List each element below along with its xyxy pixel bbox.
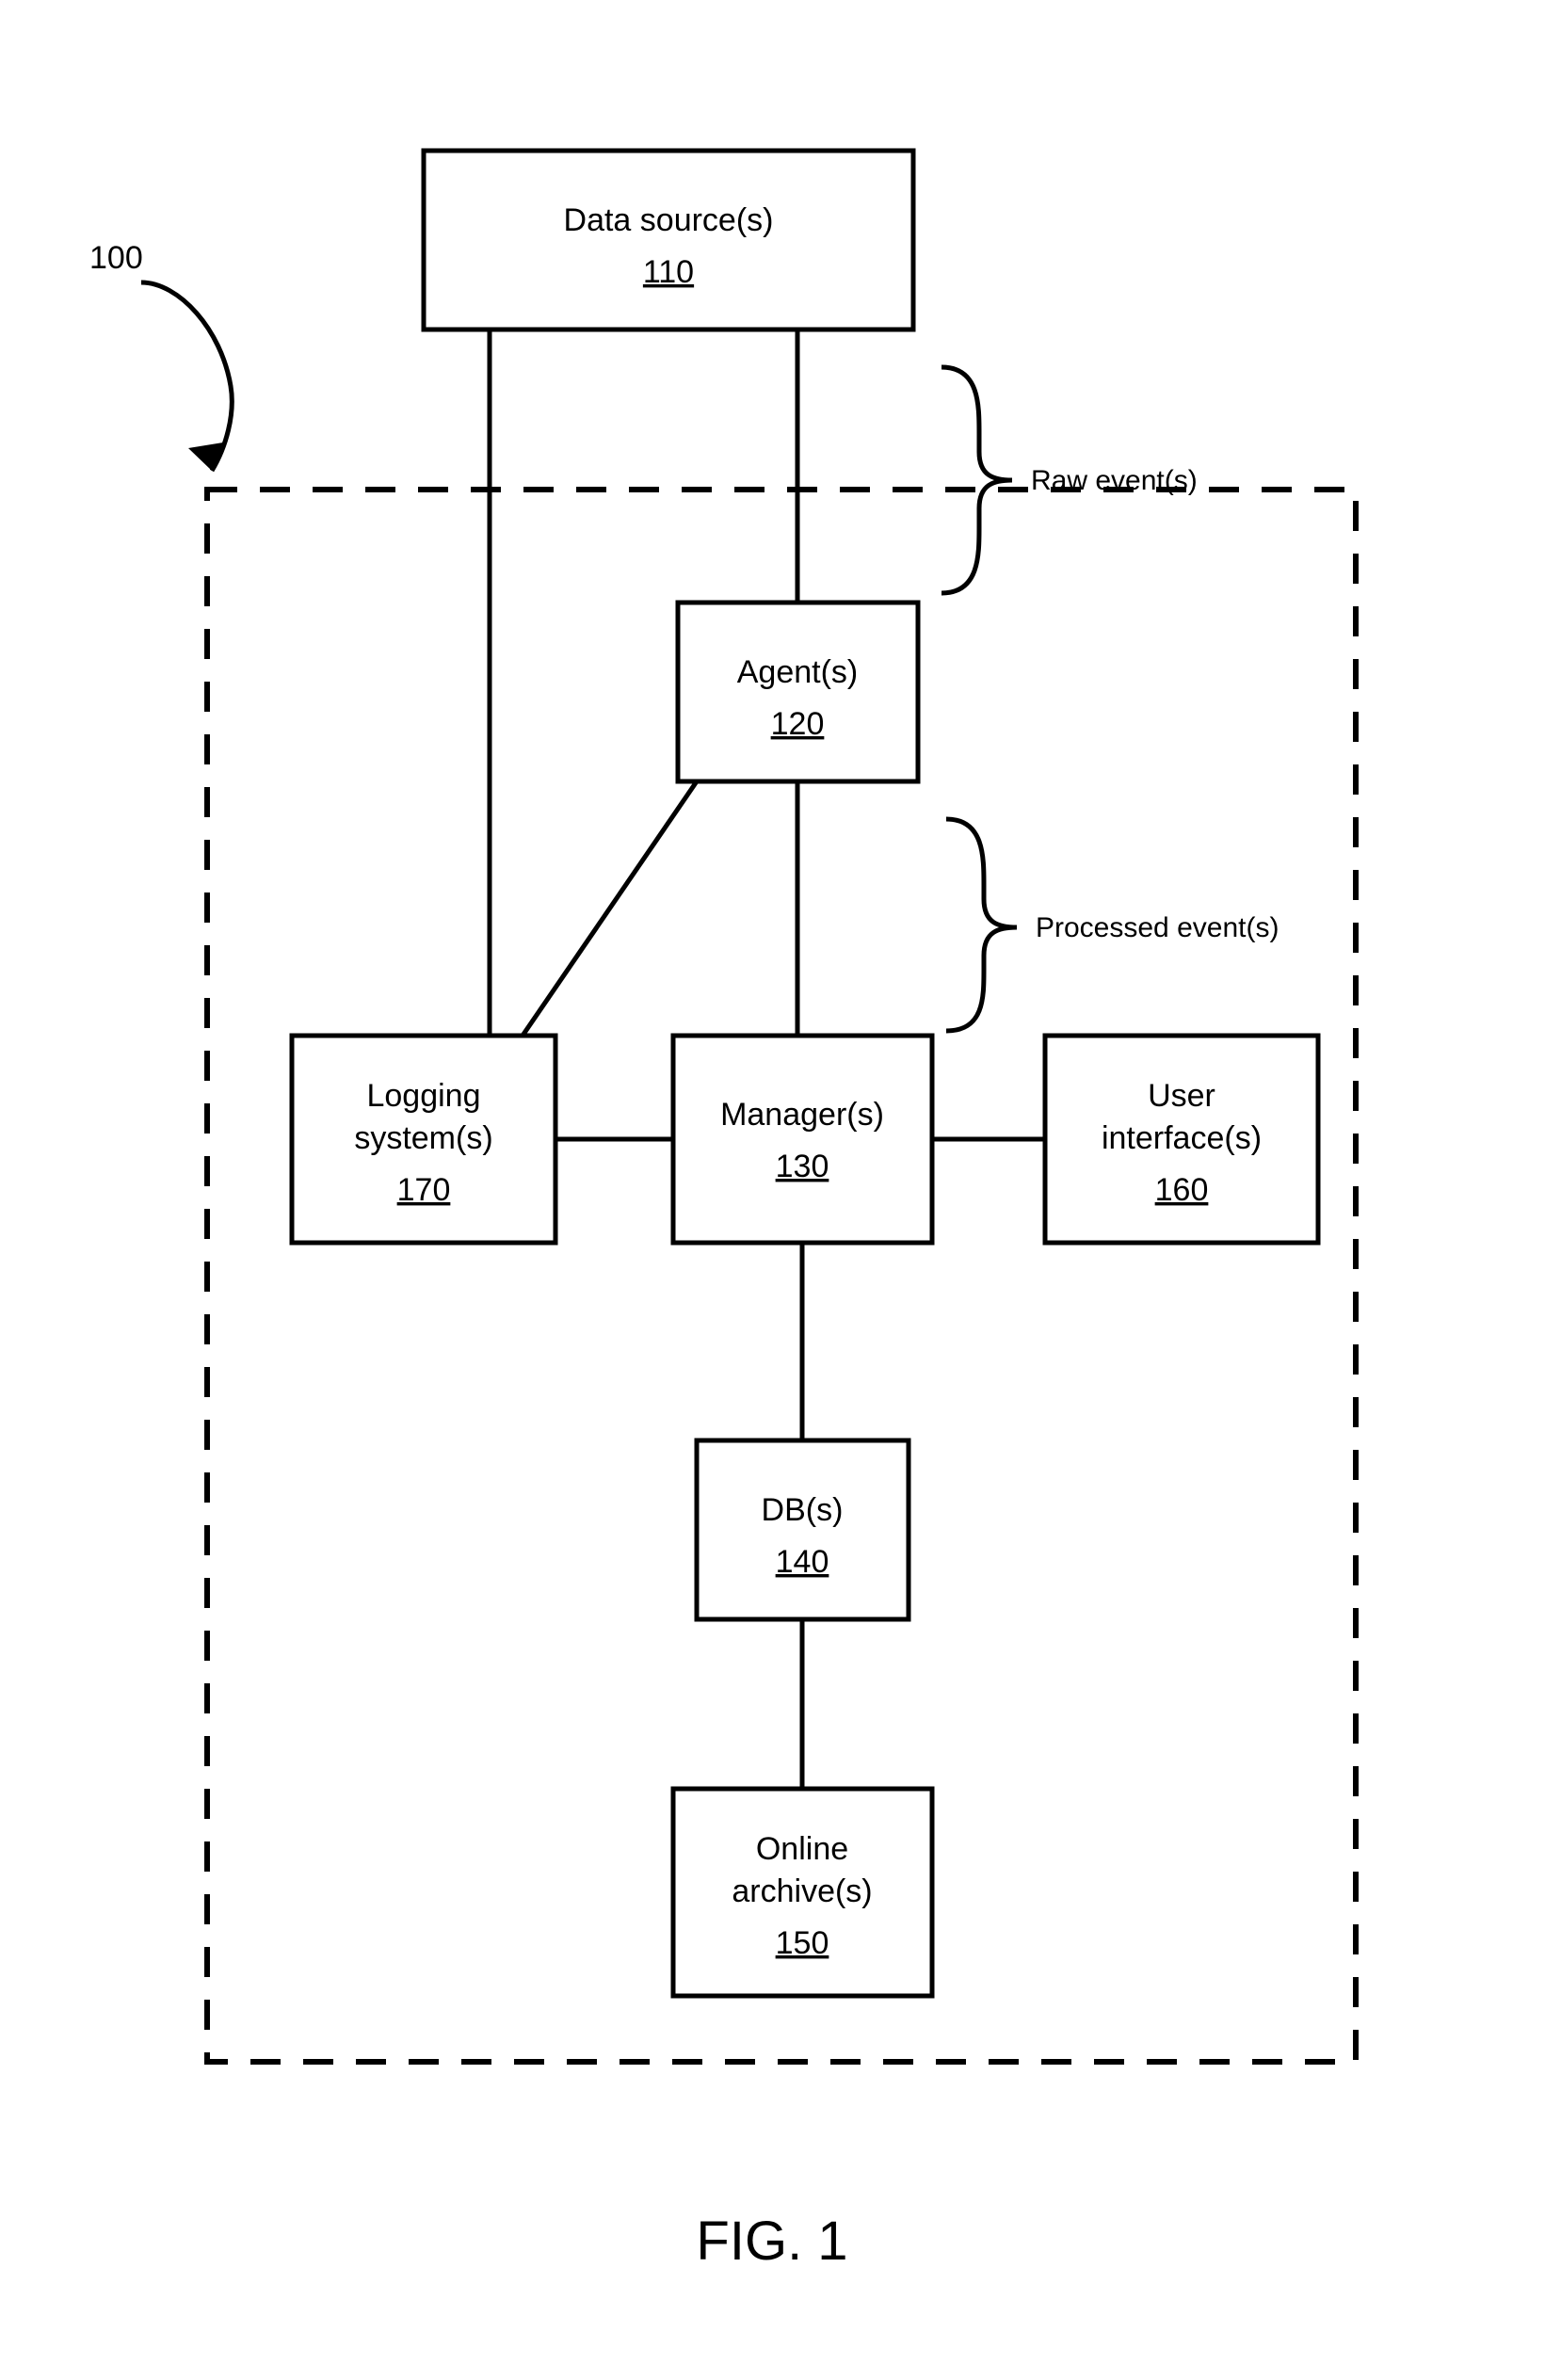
figure-1: 100 Data source(s) 110 Agent(s) 120 Logg… — [0, 0, 1545, 2380]
archive-label-2: archive(s) — [732, 1873, 872, 1909]
agents-ref: 120 — [771, 706, 825, 742]
archive-label-1: Online — [756, 1831, 848, 1867]
managers-ref: 130 — [776, 1149, 829, 1184]
db-label: DB(s) — [762, 1492, 844, 1528]
box-user-interface: User interface(s) 160 — [1045, 1036, 1318, 1243]
brace-raw-events — [941, 367, 1012, 593]
box-agents: Agent(s) 120 — [678, 603, 918, 781]
data-sources-ref: 110 — [643, 254, 694, 290]
logging-label-1: Logging — [366, 1078, 480, 1114]
db-ref: 140 — [776, 1544, 829, 1580]
box-online-archive: Online archive(s) 150 — [673, 1789, 932, 1996]
ui-label-2: interface(s) — [1102, 1120, 1262, 1156]
system-ref-callout — [141, 282, 232, 471]
box-db: DB(s) 140 — [697, 1440, 909, 1619]
data-sources-label: Data source(s) — [564, 202, 774, 238]
logging-label-2: system(s) — [354, 1120, 492, 1156]
raw-events-label: Raw event(s) — [1031, 465, 1198, 496]
figure-label: FIG. 1 — [696, 2211, 847, 2272]
ui-ref: 160 — [1155, 1172, 1209, 1208]
archive-ref: 150 — [776, 1925, 829, 1961]
box-logging: Logging system(s) 170 — [292, 1036, 555, 1243]
box-data-sources: Data source(s) 110 — [424, 151, 913, 330]
processed-events-label: Processed event(s) — [1036, 912, 1279, 943]
box-managers: Manager(s) 130 — [673, 1036, 932, 1243]
logging-ref: 170 — [397, 1172, 451, 1208]
brace-processed-events — [946, 819, 1017, 1031]
managers-label: Manager(s) — [720, 1097, 884, 1133]
ui-label-1: User — [1148, 1078, 1215, 1114]
agents-label: Agent(s) — [737, 654, 859, 690]
system-ref-label: 100 — [89, 240, 143, 276]
